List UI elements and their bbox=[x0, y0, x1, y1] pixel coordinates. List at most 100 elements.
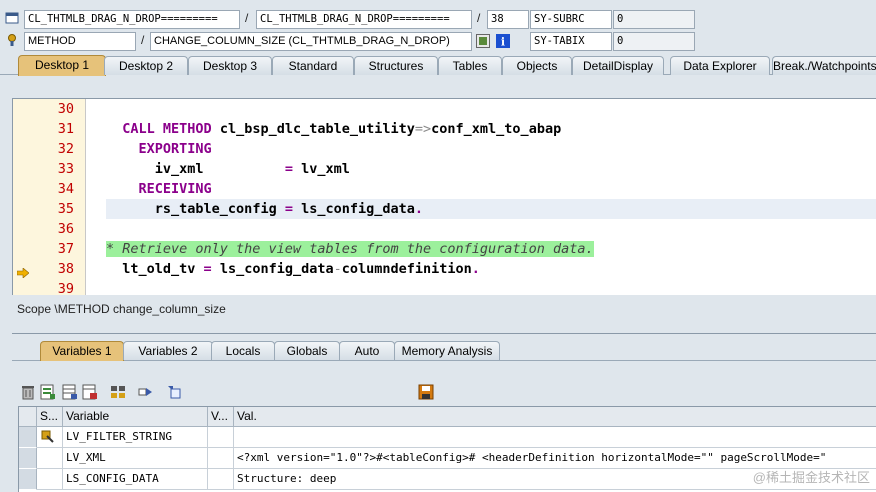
operator-token: => bbox=[414, 121, 432, 137]
code-line[interactable]: 32 EXPORTING bbox=[13, 139, 876, 159]
event-type-field[interactable]: METHOD bbox=[24, 32, 136, 51]
tab-objects[interactable]: Objects bbox=[502, 56, 572, 75]
identifier-token: conf_xml_to_abap bbox=[431, 121, 562, 137]
tab-desktop-3[interactable]: Desktop 3 bbox=[188, 56, 272, 75]
tab-auto[interactable]: Auto bbox=[339, 341, 395, 360]
tab-memory-analysis[interactable]: Memory Analysis bbox=[394, 341, 500, 360]
line-field[interactable]: 38 bbox=[487, 10, 529, 29]
current-statement-arrow-icon bbox=[16, 264, 30, 279]
tab-variables-2[interactable]: Variables 2 bbox=[123, 341, 213, 360]
sysvar-value-field[interactable]: 0 bbox=[613, 10, 695, 29]
code-line[interactable]: 39 bbox=[13, 279, 876, 295]
identifier-token: lv_xml bbox=[301, 161, 350, 177]
line-number: 31 bbox=[57, 121, 74, 137]
insert-icon[interactable] bbox=[40, 384, 56, 400]
line-number: 38 bbox=[57, 261, 74, 277]
tab-data-explorer[interactable]: Data Explorer bbox=[670, 56, 770, 75]
keyword-token: . bbox=[414, 201, 424, 217]
value-cell[interactable]: <?xml version="1.0"?>#<tableConfig># <he… bbox=[234, 448, 876, 469]
tab-structures[interactable]: Structures bbox=[354, 56, 438, 75]
code-line[interactable]: 36 bbox=[13, 219, 876, 239]
sysvar-name-field[interactable]: SY-SUBRC bbox=[530, 10, 612, 29]
navigate-icon[interactable] bbox=[476, 34, 490, 48]
tab-globals[interactable]: Globals bbox=[274, 341, 340, 360]
line-number: 34 bbox=[57, 181, 74, 197]
keyword-token: . bbox=[471, 261, 480, 277]
row-selector[interactable] bbox=[19, 448, 37, 469]
source-code-editor[interactable]: 30 31 CALL METHOD cl_bsp_dlc_table_utilit… bbox=[12, 98, 876, 295]
object-icon[interactable] bbox=[166, 384, 182, 400]
tab-standard[interactable]: Standard bbox=[272, 56, 354, 75]
value-cell[interactable] bbox=[234, 427, 876, 448]
source-text: lt_old_tv = ls_config_data-columndefinit… bbox=[106, 259, 480, 279]
v-cell[interactable] bbox=[208, 469, 234, 490]
column-header-v[interactable]: V... bbox=[208, 407, 234, 427]
delete-icon[interactable] bbox=[20, 384, 36, 400]
table-icon[interactable] bbox=[62, 384, 78, 400]
code-line[interactable]: 30 bbox=[13, 99, 876, 119]
code-line[interactable]: 31 CALL METHOD cl_bsp_dlc_table_utility=… bbox=[13, 119, 876, 139]
desktop-tab-strip: Desktop 1 Desktop 2 Desktop 3 Standard S… bbox=[0, 55, 876, 76]
source-text: RECEIVING bbox=[106, 179, 212, 199]
identifier-token: ls_config_data bbox=[219, 261, 334, 277]
variable-cell[interactable]: LS_CONFIG_DATA bbox=[63, 469, 208, 490]
svg-text:i: i bbox=[501, 36, 505, 49]
line-number: 39 bbox=[57, 281, 74, 295]
grid-icon[interactable] bbox=[110, 384, 126, 400]
code-line[interactable]: 33 iv_xml = lv_xml bbox=[13, 159, 876, 179]
line-number: 30 bbox=[57, 101, 74, 117]
info-icon[interactable]: i bbox=[496, 34, 510, 49]
tab-desktop-1[interactable]: Desktop 1 bbox=[18, 55, 106, 76]
column-header-variable[interactable]: Variable bbox=[63, 407, 208, 427]
v-cell[interactable] bbox=[208, 448, 234, 469]
method-icon bbox=[5, 33, 19, 47]
save-icon[interactable] bbox=[418, 384, 434, 400]
variable-cell[interactable]: LV_XML bbox=[63, 448, 208, 469]
comment-token: * Retrieve only the view tables from the… bbox=[106, 241, 594, 257]
variables-grid[interactable]: S... Variable V... Val. LV_FILTER_STRING… bbox=[18, 406, 876, 492]
line-number: 36 bbox=[57, 221, 74, 237]
keyword-token: CALL METHOD bbox=[122, 121, 220, 137]
tab-detail-display[interactable]: DetailDisplay bbox=[572, 56, 664, 75]
program-icon bbox=[5, 11, 19, 25]
watermark: @稀土掘金技术社区 bbox=[752, 470, 870, 485]
scope-label: Scope \METHOD change_column_size bbox=[17, 302, 226, 316]
status-cell bbox=[37, 427, 63, 448]
tab-desktop-2[interactable]: Desktop 2 bbox=[104, 56, 188, 75]
v-cell[interactable] bbox=[208, 427, 234, 448]
source-text: EXPORTING bbox=[106, 139, 212, 159]
column-header-value[interactable]: Val. bbox=[234, 407, 876, 427]
variable-cell[interactable]: LV_FILTER_STRING bbox=[63, 427, 208, 448]
keyword-token: = bbox=[284, 201, 302, 217]
tab-variables-1[interactable]: Variables 1 bbox=[40, 341, 124, 361]
column-header-status[interactable]: S... bbox=[37, 407, 63, 427]
code-line[interactable]: 34 RECEIVING bbox=[13, 179, 876, 199]
export-icon[interactable] bbox=[82, 384, 98, 400]
sysvar-name-field-2[interactable]: SY-TABIX bbox=[530, 32, 612, 51]
include-field[interactable]: CL_THTMLB_DRAG_N_DROP========= bbox=[256, 10, 472, 29]
row-selector[interactable] bbox=[19, 469, 37, 490]
row-selector[interactable] bbox=[19, 427, 37, 448]
keyword-token: RECEIVING bbox=[138, 181, 212, 197]
tab-tables[interactable]: Tables bbox=[438, 56, 502, 75]
transfer-icon[interactable] bbox=[138, 384, 154, 400]
event-name-field[interactable]: CHANGE_COLUMN_SIZE (CL_THTMLB_DRAG_N_DRO… bbox=[150, 32, 472, 51]
program-field[interactable]: CL_THTMLB_DRAG_N_DROP========= bbox=[24, 10, 240, 29]
separator: / bbox=[477, 11, 481, 25]
code-line[interactable]: 35 rs_table_config = ls_config_data. bbox=[13, 199, 876, 219]
status-cell bbox=[37, 448, 63, 469]
sysvar-value-field-2[interactable]: 0 bbox=[613, 32, 695, 51]
row-selector-header bbox=[19, 407, 37, 427]
tab-locals[interactable]: Locals bbox=[211, 341, 275, 360]
line-number: 35 bbox=[57, 201, 74, 217]
operator-token: - bbox=[333, 261, 342, 277]
tab-breakpoints-watchpoints[interactable]: Break./Watchpoints bbox=[772, 56, 876, 75]
debugger-header: CL_THTMLB_DRAG_N_DROP========= / CL_THTM… bbox=[0, 0, 876, 54]
keyword-token: = bbox=[203, 261, 220, 277]
code-line[interactable]: 38 lt_old_tv = ls_config_data-columndefi… bbox=[13, 259, 876, 279]
source-text: rs_table_config = ls_config_data. bbox=[106, 199, 423, 219]
code-line[interactable]: 37 * Retrieve only the view tables from t… bbox=[13, 239, 876, 259]
line-number: 37 bbox=[57, 241, 74, 257]
arrow-icon bbox=[41, 430, 54, 443]
source-text: * Retrieve only the view tables from the… bbox=[106, 239, 594, 259]
